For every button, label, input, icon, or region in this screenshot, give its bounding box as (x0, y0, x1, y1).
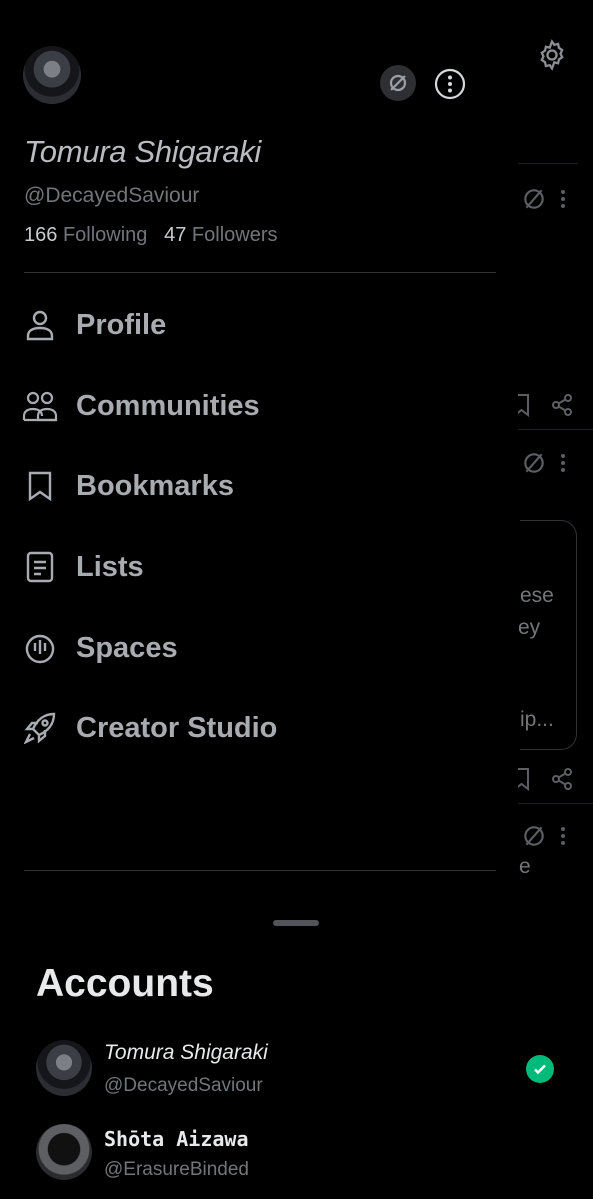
follow-stats: 166 Following 47 Followers (24, 224, 277, 247)
spaces-icon (22, 630, 58, 666)
navigation-drawer: Tomura Shigaraki @DecayedSaviour 166 Fol… (0, 0, 518, 1199)
menu-item-label: Creator Studio (76, 711, 278, 744)
followers-label: Followers (191, 224, 278, 246)
slash-circle-icon (524, 453, 544, 473)
share-icon-2[interactable] (550, 767, 574, 791)
more-vertical-circle-icon (434, 68, 466, 100)
settings-button[interactable] (535, 38, 569, 72)
slash-circle-icon (524, 826, 544, 846)
slash-circle-icon (524, 189, 544, 209)
following-label: Following (62, 224, 148, 246)
account-handle: @DecayedSaviour (104, 1075, 263, 1096)
account-row-1[interactable]: Tomura Shigaraki @DecayedSaviour (36, 1040, 556, 1100)
account-row-2[interactable]: Shōta Aizawa @ErasureBinded (36, 1124, 556, 1184)
more-dots-icon-2[interactable] (558, 452, 568, 474)
menu-item-label: Lists (76, 550, 144, 583)
menu-item-label: Spaces (76, 631, 178, 664)
profile-display-name[interactable]: Tomura Shigaraki (24, 134, 261, 170)
grok-avatar-button[interactable] (380, 65, 416, 101)
account-name: Shōta Aizawa (104, 1127, 249, 1151)
background-snippet: ese (520, 584, 554, 607)
more-dots-icon-3[interactable] (558, 825, 568, 847)
grok-action-icon-3[interactable] (521, 823, 547, 849)
active-account-check-icon (526, 1055, 554, 1083)
followers-count: 47 (164, 224, 187, 246)
grok-icon (389, 74, 407, 92)
more-options-button[interactable] (434, 68, 466, 100)
avatar[interactable] (23, 46, 81, 104)
grok-action-icon-1[interactable] (521, 186, 547, 212)
menu-item-bookmarks[interactable]: Bookmarks (22, 458, 234, 514)
account-handle: @ErasureBinded (104, 1159, 249, 1180)
menu-item-lists[interactable]: Lists (22, 539, 144, 595)
sheet-drag-handle[interactable] (273, 920, 319, 926)
menu-item-label: Bookmarks (76, 469, 234, 502)
account-name: Tomura Shigaraki (104, 1041, 268, 1064)
profile-handle: @DecayedSaviour (24, 184, 200, 207)
menu-item-label: Communities (76, 389, 260, 422)
more-dots-icon-1[interactable] (558, 188, 568, 210)
person-icon (22, 307, 58, 343)
background-snippet: ip... (520, 708, 554, 731)
gear-icon (540, 39, 564, 71)
menu-item-label: Profile (76, 308, 167, 341)
rocket-icon (22, 710, 58, 746)
following-count: 166 (24, 224, 58, 246)
avatar (36, 1040, 92, 1096)
menu-item-creator-studio[interactable]: Creator Studio (22, 700, 277, 756)
accounts-title: Accounts (36, 962, 214, 1005)
menu-item-communities[interactable]: Communities (22, 378, 260, 434)
divider (24, 870, 496, 871)
divider (24, 272, 496, 273)
menu-item-spaces[interactable]: Spaces (22, 620, 178, 676)
bookmark-icon (22, 468, 58, 504)
lists-icon (22, 549, 58, 585)
share-icon-1[interactable] (550, 393, 574, 417)
menu-item-profile[interactable]: Profile (22, 297, 166, 353)
communities-icon (22, 388, 58, 424)
avatar (36, 1124, 92, 1180)
background-snippet: e (519, 855, 531, 878)
following-link[interactable]: 166 Following (24, 224, 147, 246)
grok-action-icon-2[interactable] (521, 450, 547, 476)
background-snippet: ey (518, 616, 541, 639)
followers-link[interactable]: 47 Followers (164, 224, 277, 246)
